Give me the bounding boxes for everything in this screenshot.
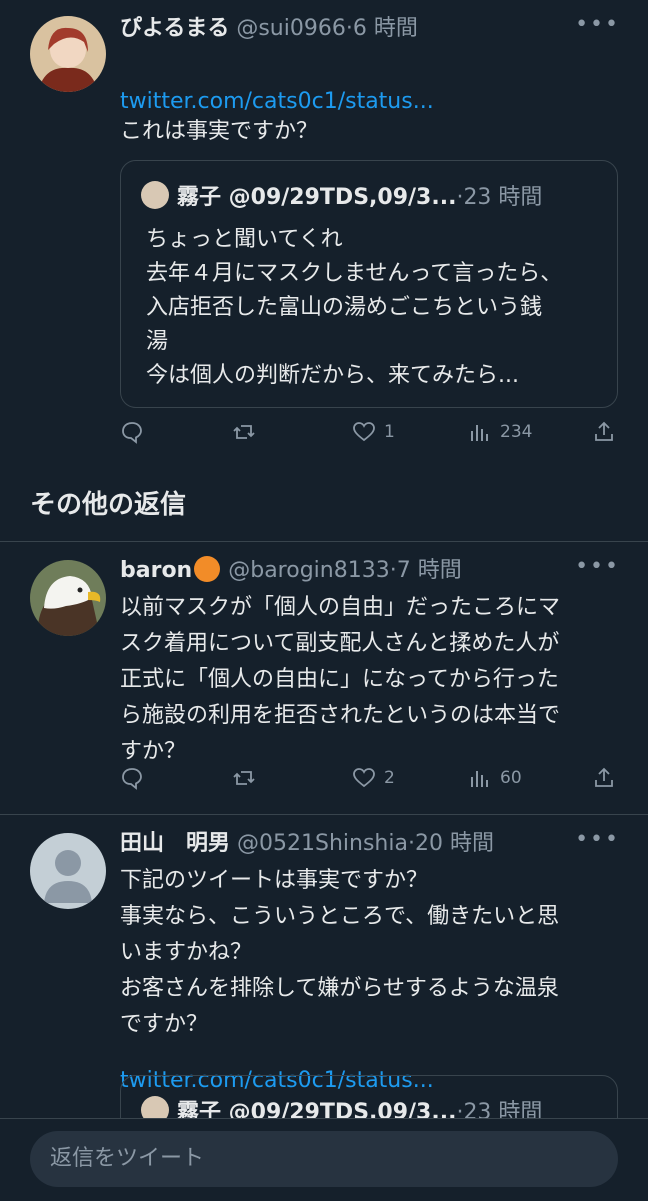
views-button[interactable]: 234 (468, 420, 532, 444)
heart-icon (353, 768, 375, 788)
tweet-1[interactable]: ぴよるまる @sui0966·6 時間 ••• twitter.com/cats… (0, 0, 648, 470)
quote-timestamp: 23 時間 (463, 1100, 543, 1118)
dot-separator: · (345, 16, 353, 41)
tweet-text: これは事実ですか？ (120, 119, 319, 144)
like-count: 2 (384, 768, 395, 788)
views-button[interactable]: 60 (468, 766, 522, 790)
author-name[interactable]: 田山 明男 (120, 831, 230, 856)
more-options-icon[interactable]: ••• (575, 554, 620, 579)
share-button[interactable] (592, 420, 616, 444)
reply-button[interactable] (120, 420, 144, 444)
tweet-text: 下記のツイートは事実ですか？ 事実なら、こういうところで、働きたいと思 いますか… (120, 868, 560, 1037)
author-handle[interactable]: @0521Shinshia (237, 831, 408, 856)
dot-separator: · (407, 831, 415, 856)
orange-circle-emoji (194, 556, 221, 582)
more-options-icon[interactable]: ••• (575, 12, 620, 37)
default-profile-icon (30, 833, 106, 909)
view-count: 234 (500, 422, 533, 442)
tweet-header: baron @barogin8133·7 時間 (120, 556, 578, 586)
retweet-icon (233, 425, 255, 439)
tweet-link[interactable]: twitter.com/cats0c1/status... (120, 48, 628, 120)
tweet-header: 田山 明男 @0521Shinshia·20 時間 (120, 829, 578, 859)
quoted-tweet[interactable]: 霧子 @09/29TDS,09/3...·23 時間 (120, 1075, 618, 1118)
tweet-actions: 1 234 (120, 420, 618, 450)
quoted-tweet[interactable]: 霧子 @09/29TDS,09/3...·23 時間 ちょっと聞いてくれ 去年４… (120, 160, 618, 408)
share-icon (595, 421, 613, 441)
tweet-header: ぴよるまる @sui0966·6 時間 (120, 14, 578, 44)
avatar[interactable] (30, 560, 106, 636)
quote-header: 霧子 @09/29TDS,09/3...·23 時間 (141, 181, 607, 215)
retweet-button[interactable] (232, 766, 256, 790)
section-title: その他の返信 (30, 490, 187, 520)
avatar-anime-image (30, 16, 106, 92)
dot-separator: · (389, 558, 397, 583)
reply-input[interactable]: 返信をツイート (30, 1131, 618, 1187)
quote-avatar (141, 1096, 169, 1118)
author-handle[interactable]: @barogin8133 (228, 558, 389, 583)
like-button[interactable]: 1 (352, 420, 395, 444)
quote-header: 霧子 @09/29TDS,09/3...·23 時間 (141, 1096, 607, 1118)
avatar[interactable] (30, 16, 106, 92)
author-handle[interactable]: @sui0966 (236, 16, 346, 41)
reply-button[interactable] (120, 766, 144, 790)
quote-author-name: 霧子 @09/29TDS,09/3... (177, 185, 457, 210)
tweet-2[interactable]: baron @barogin8133·7 時間 ••• 以前マスクが「個人の自由」… (0, 542, 648, 814)
share-icon (595, 767, 613, 787)
tweet-3[interactable]: 田山 明男 @0521Shinshia·20 時間 ••• 下記のツイートは事実… (0, 815, 648, 1118)
heart-icon (353, 422, 375, 442)
share-button[interactable] (592, 766, 616, 790)
analytics-icon (471, 425, 488, 441)
quote-avatar (141, 181, 169, 209)
reply-icon (122, 422, 142, 444)
retweet-button[interactable] (232, 420, 256, 444)
reply-icon (122, 768, 142, 790)
more-options-icon[interactable]: ••• (575, 827, 620, 852)
timestamp[interactable]: 6 時間 (353, 16, 418, 41)
quote-author-name: 霧子 @09/29TDS,09/3... (177, 1100, 457, 1118)
timestamp[interactable]: 7 時間 (397, 558, 462, 583)
view-count: 60 (500, 768, 522, 788)
like-count: 1 (384, 422, 395, 442)
like-button[interactable]: 2 (352, 766, 395, 790)
author-name[interactable]: ぴよるまる (120, 16, 229, 41)
quote-timestamp: 23 時間 (463, 185, 543, 210)
reply-bar: 返信をツイート (0, 1118, 648, 1201)
avatar-eagle-image (30, 560, 106, 636)
default-avatar[interactable] (30, 833, 106, 909)
tweet-text: 以前マスクが「個人の自由」だったころにマ スク着用について副支配人さんと揉めた人… (120, 595, 561, 764)
timestamp[interactable]: 20 時間 (415, 831, 494, 856)
author-name[interactable]: baron (120, 558, 192, 583)
analytics-icon (471, 771, 488, 787)
tweet-actions: 2 60 (120, 766, 618, 796)
retweet-icon (233, 771, 255, 785)
quote-text: ちょっと聞いてくれ 去年４月にマスクしませんって言ったら、 入店拒否した富山の湯… (146, 227, 563, 388)
